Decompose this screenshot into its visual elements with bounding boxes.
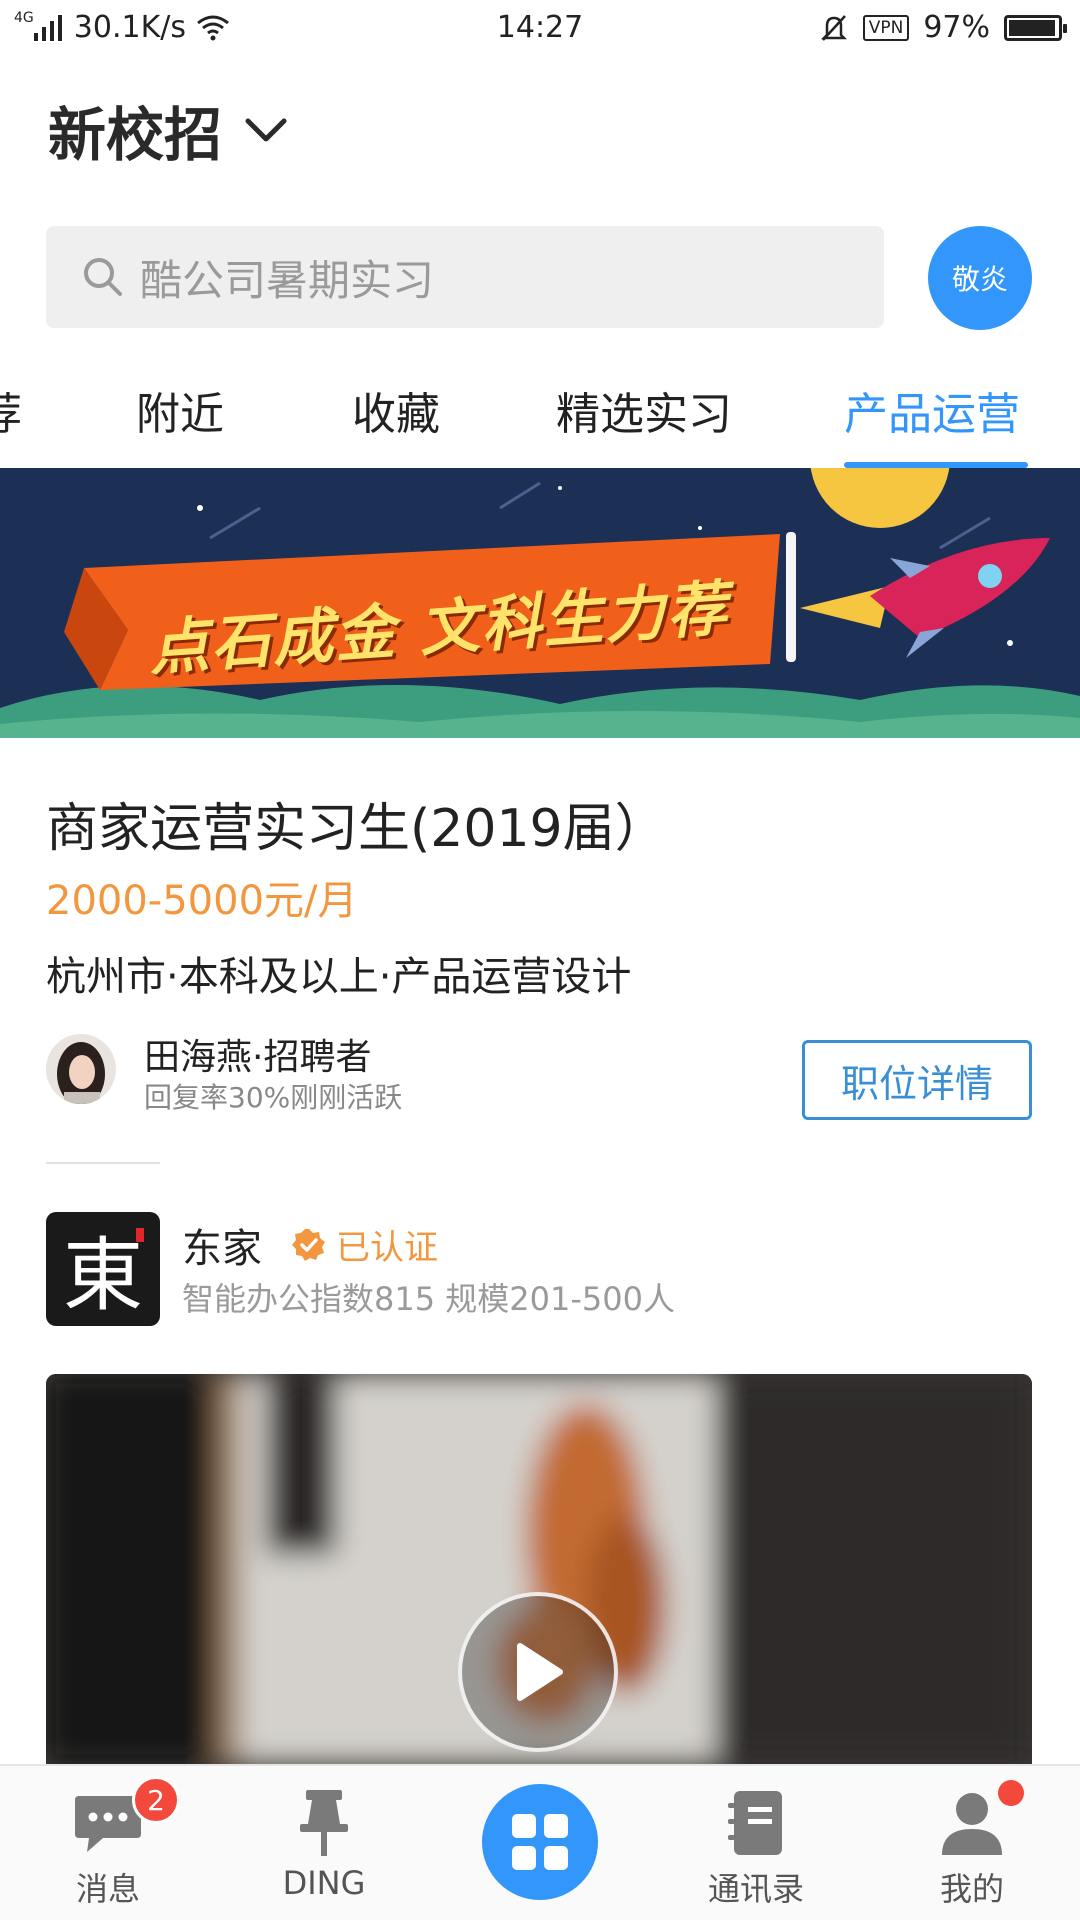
battery-icon [1004, 14, 1067, 41]
person-icon [942, 1793, 1002, 1855]
company-video[interactable] [46, 1374, 1032, 1764]
apps-grid-icon [512, 1814, 568, 1870]
promo-banner[interactable]: 点石成金 文科生力荐 [0, 468, 1080, 738]
company-logo[interactable]: 東 [46, 1212, 160, 1326]
nav-label-me: 我的 [939, 1870, 1004, 1908]
job-detail-button[interactable]: 职位详情 [802, 1040, 1032, 1120]
nav-label-messages: 消息 [75, 1870, 140, 1908]
recruiter-name: 田海燕·招聘者 [144, 1037, 372, 1078]
tab-featured-internships[interactable]: 精选实习 [556, 378, 732, 442]
category-tabs: 荐 附近 收藏 精选实习 产品运营 [0, 372, 1080, 468]
tab-product-operations[interactable]: 产品运营 [844, 378, 1020, 442]
verified-label: 已认证 [336, 1228, 438, 1268]
vpn-indicator: VPN [862, 14, 910, 41]
mute-bell-icon [820, 14, 847, 41]
address-book-icon [728, 1791, 782, 1855]
logo-accent [136, 1228, 144, 1242]
company-name[interactable]: 东家 [182, 1216, 262, 1274]
job-title[interactable]: 商家运营实习生(2019届） [46, 786, 667, 861]
nav-contacts[interactable]: 通讯录 [676, 1784, 836, 1910]
status-bar: 4G 30.1K/s 14:27 VPN 97% [0, 0, 1080, 56]
page-title: 新校招 [48, 101, 223, 169]
message-count-badge: 2 [132, 1776, 180, 1824]
search-icon [84, 258, 122, 296]
pin-icon [300, 1790, 348, 1856]
nav-label-ding: DING [282, 1864, 366, 1902]
user-avatar[interactable]: 敬炎 [928, 226, 1032, 330]
play-button[interactable] [458, 1592, 618, 1752]
nav-messages[interactable]: 2 消息 [28, 1776, 188, 1910]
search-input[interactable]: 酷公司暑期实习 [46, 226, 884, 328]
recruiter-avatar[interactable] [46, 1034, 116, 1104]
recruiter-activity: 回复率30%刚刚活跃 [144, 1081, 403, 1114]
company-logo-glyph: 東 [63, 1229, 143, 1322]
nav-me[interactable]: 我的 [892, 1780, 1052, 1910]
play-icon [517, 1643, 563, 1701]
battery-percent: 97% [923, 10, 990, 45]
workbench-button[interactable] [482, 1784, 598, 1900]
divider [46, 1162, 160, 1164]
job-salary: 2000-5000元/月 [46, 878, 358, 924]
notification-dot [998, 1780, 1024, 1806]
company-info: 智能办公指数815 规模201-500人 [182, 1280, 675, 1318]
chevron-down-icon [245, 118, 287, 142]
job-meta: 杭州市·本科及以上·产品运营设计 [46, 954, 632, 1000]
tab-recommend[interactable]: 荐 [0, 378, 22, 442]
nav-ding[interactable]: DING [244, 1784, 404, 1902]
org-switcher[interactable]: 新校招 [48, 88, 288, 172]
verified-icon [292, 1228, 325, 1261]
verified-badge: 已认证 [292, 1220, 438, 1269]
battery-level [1009, 19, 1056, 36]
tab-nearby[interactable]: 附近 [136, 378, 224, 442]
bottom-nav: 2 消息 DING 通讯录 我的 [0, 1764, 1080, 1920]
tab-favorites[interactable]: 收藏 [352, 378, 440, 442]
search-placeholder: 酷公司暑期实习 [140, 255, 435, 305]
nav-label-contacts: 通讯录 [707, 1870, 804, 1908]
